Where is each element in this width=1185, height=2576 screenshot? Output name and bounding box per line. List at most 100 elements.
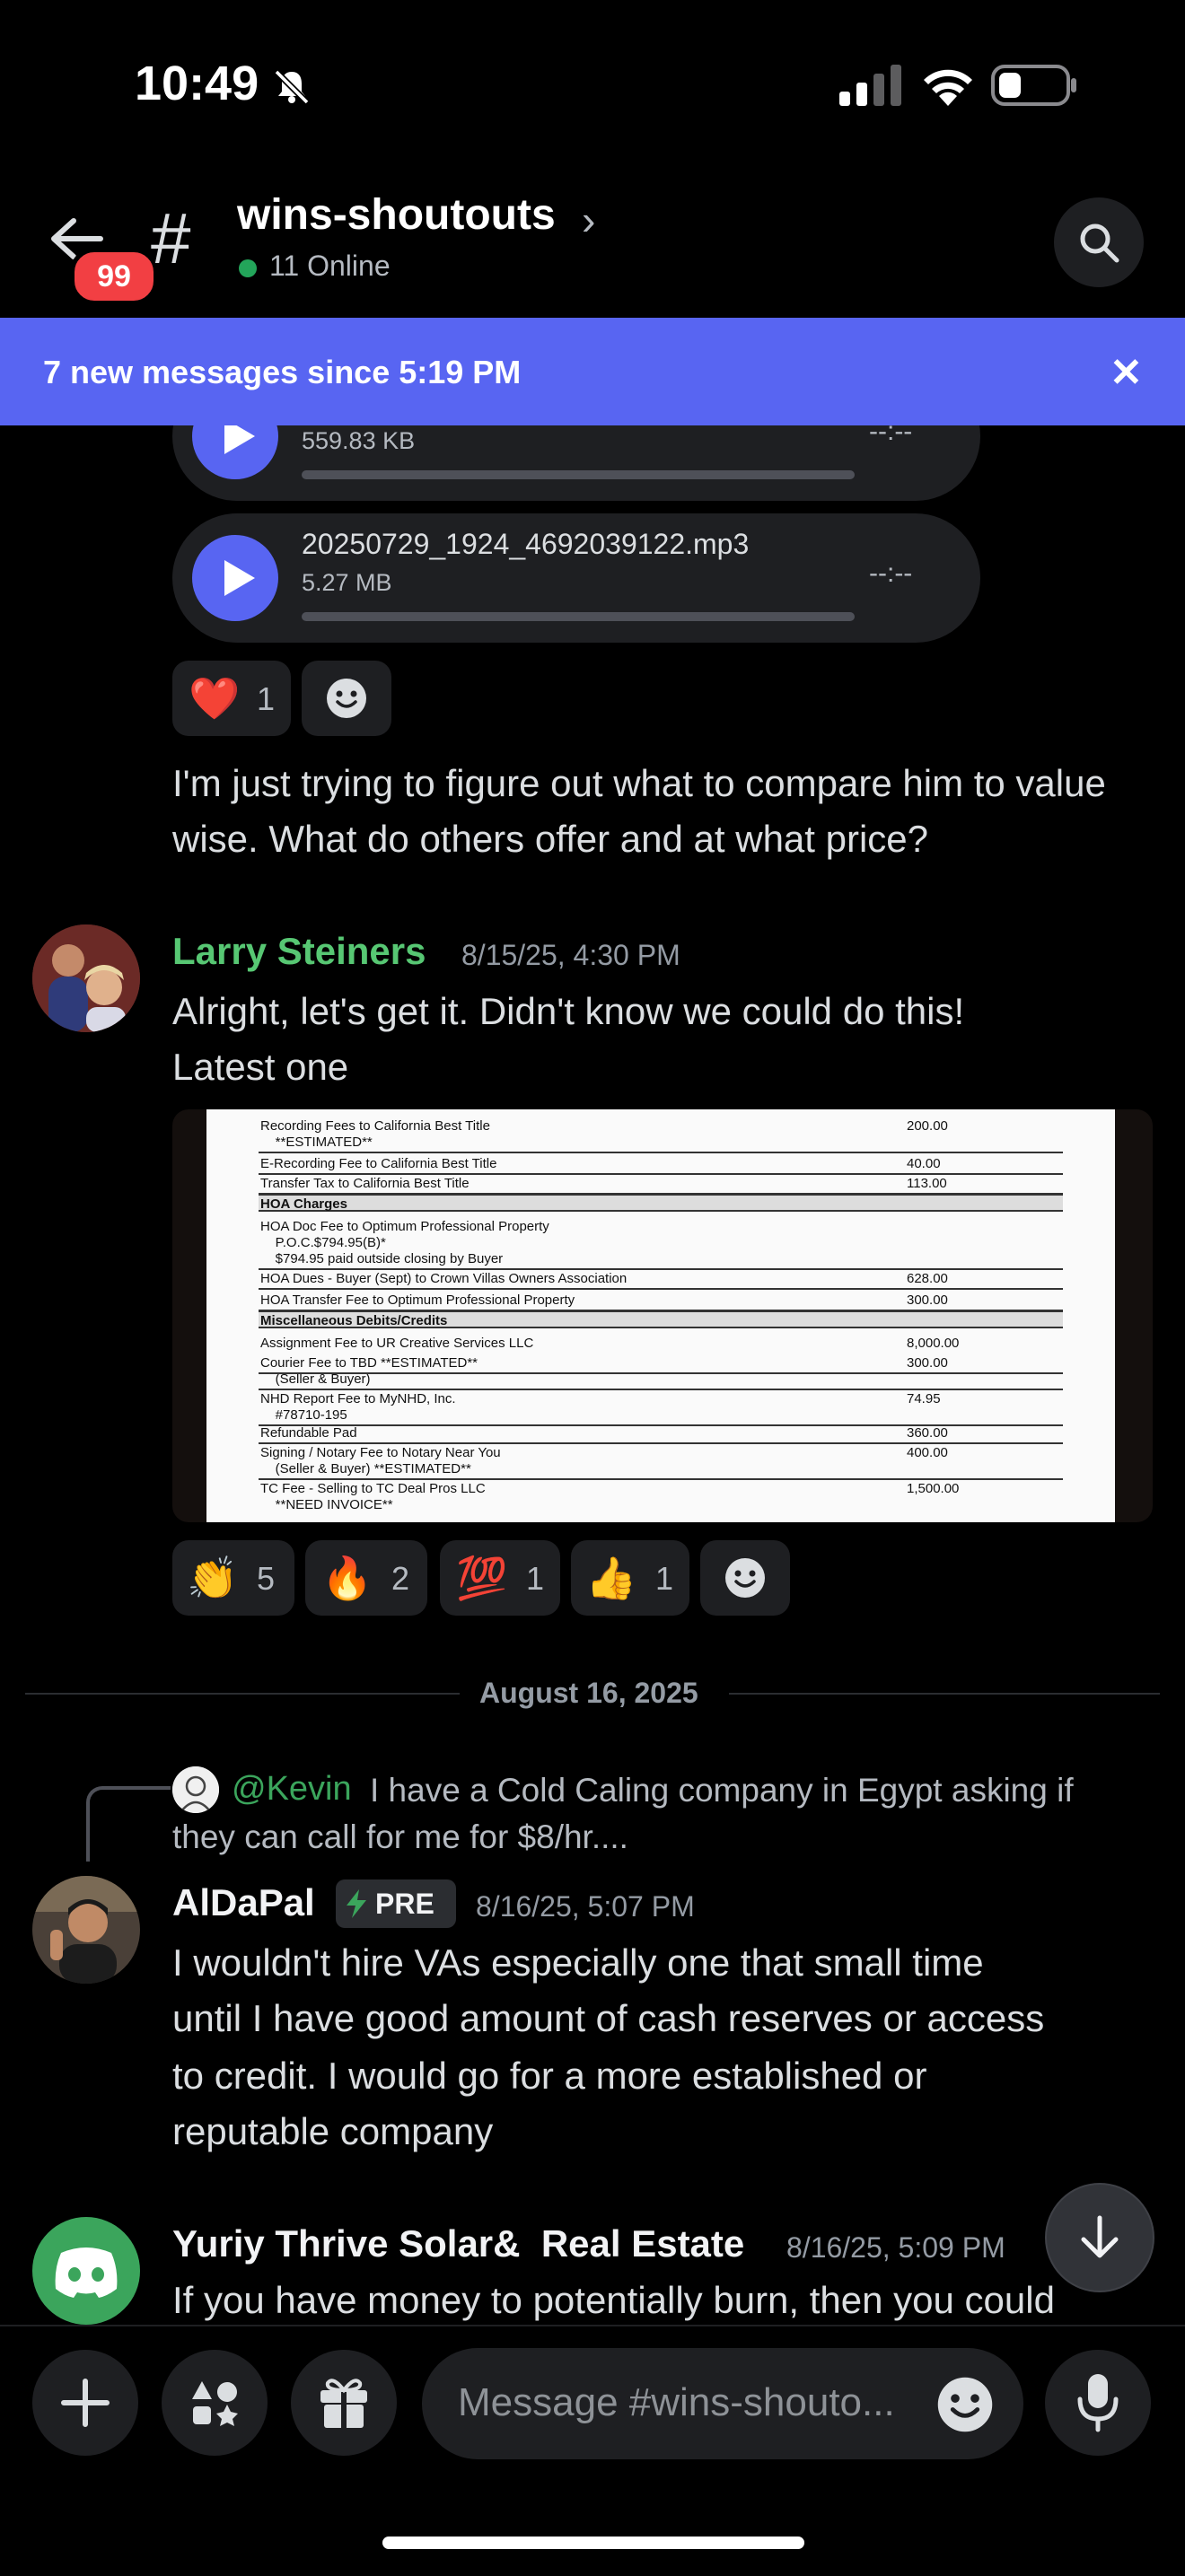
- channel-name[interactable]: wins-shoutouts: [237, 190, 556, 240]
- doc-row-amount: 300.00: [907, 1292, 948, 1308]
- doc-row-label: $794.95 paid outside closing by Buyer: [260, 1251, 504, 1266]
- reply-connector: [86, 1786, 171, 1862]
- play-button[interactable]: [192, 535, 278, 621]
- reply-avatar[interactable]: [172, 1766, 219, 1813]
- heart-emoji: ❤️: [189, 675, 241, 722]
- audio-filesize: 559.83 KB: [302, 427, 416, 454]
- doc-rule: [259, 1152, 1063, 1153]
- clap-emoji: 👏: [187, 1555, 239, 1601]
- status-time: 10:49: [135, 57, 259, 110]
- home-indicator[interactable]: [382, 2537, 804, 2549]
- unread-badge: 99: [70, 248, 158, 305]
- doc-rule: [259, 1173, 1063, 1175]
- add-reaction-button[interactable]: [302, 661, 391, 736]
- reply-text[interactable]: they can call for me for $8/hr....: [172, 1818, 628, 1856]
- play-icon: [224, 560, 255, 596]
- author-name[interactable]: Yuriy Thrive Solar& Real Estate: [172, 2222, 744, 2265]
- battery-icon: [991, 65, 1076, 106]
- wifi-icon: [924, 69, 972, 106]
- reply-text[interactable]: I have a Cold Caling company in Egypt as…: [370, 1772, 1074, 1809]
- cellular-signal-icon: [839, 65, 901, 106]
- reaction-count: 1: [257, 680, 276, 717]
- voice-message-button[interactable]: [1045, 2350, 1151, 2456]
- reaction-thumbs-up[interactable]: 👍 1: [571, 1540, 689, 1616]
- doc-row-amount: 40.00: [907, 1156, 941, 1171]
- doc-rule: [259, 1193, 1063, 1195]
- reply-avatar-image: [172, 1766, 219, 1813]
- doc-row-amount: 8,000.00: [907, 1336, 960, 1351]
- audio-progress-bar[interactable]: [302, 612, 855, 621]
- audio-attachment[interactable]: 20250729_1924_4692039122.mp3 5.27 MB --:…: [172, 513, 980, 643]
- audio-duration: --:--: [869, 558, 913, 588]
- settlement-statement-image: Recording Fees to California Best Title 2…: [206, 1109, 1115, 1522]
- message-text: I'm just trying to figure out what to co…: [172, 762, 1106, 860]
- thumbs-up-emoji: 👍: [585, 1555, 637, 1601]
- message-line: until I have good amount of cash reserve…: [172, 1997, 1045, 2039]
- doc-rule: [259, 1372, 1063, 1374]
- emoji-picker-icon[interactable]: [935, 2375, 995, 2434]
- smiley-icon: [725, 1558, 765, 1598]
- doc-rule: [259, 1478, 1063, 1480]
- chevron-right-icon[interactable]: ›: [582, 196, 595, 244]
- doc-row-amount: 400.00: [907, 1445, 948, 1460]
- gift-button[interactable]: [291, 2350, 397, 2456]
- reaction-clap[interactable]: 👏 5: [172, 1540, 294, 1616]
- audio-progress-bar[interactable]: [302, 470, 855, 479]
- online-count: 11 Online: [269, 250, 391, 282]
- message-line: reputable company: [172, 2110, 494, 2152]
- author-name-text[interactable]: Larry Steiners: [172, 930, 426, 972]
- reaction-count: 1: [526, 1560, 545, 1597]
- author-name[interactable]: AlDaPal: [172, 1881, 315, 1924]
- timestamp: 8/16/25, 5:07 PM: [476, 1890, 695, 1923]
- message-line: to credit. I would go for a more establi…: [172, 2055, 927, 2097]
- doc-section-header: HOA Charges: [259, 1194, 1063, 1212]
- reaction-count: 5: [257, 1560, 276, 1597]
- avatar[interactable]: [32, 2217, 140, 2325]
- divider: [729, 1693, 1160, 1695]
- add-reaction-button[interactable]: [700, 1540, 790, 1616]
- avatar-photo: [32, 924, 140, 1032]
- doc-rule: [259, 1268, 1063, 1270]
- channel-hash-icon: #: [151, 198, 191, 278]
- reaction-fire[interactable]: 🔥 2: [305, 1540, 427, 1616]
- microphone-icon: [1077, 2374, 1119, 2432]
- doc-row-label: HOA Doc Fee to Optimum Professional Prop…: [260, 1219, 549, 1234]
- discord-logo-icon: [55, 2247, 118, 2298]
- apps-button[interactable]: [162, 2350, 268, 2456]
- new-messages-text: 7 new messages since 5:19 PM: [43, 354, 522, 390]
- reply-mention[interactable]: @Kevin: [232, 1770, 352, 1809]
- author-name[interactable]: Larry Steiners: [172, 930, 426, 973]
- message-line: Latest one: [172, 1046, 349, 1088]
- doc-rule: [259, 1389, 1063, 1390]
- doc-row-amount: 74.95: [907, 1391, 941, 1406]
- audio-filename: 20250729_1924_4692039122.mp3: [302, 528, 750, 560]
- arrow-down-icon: [1081, 2215, 1119, 2258]
- image-attachment[interactable]: Recording Fees to California Best Title 2…: [172, 1109, 1153, 1522]
- doc-row-amount: 360.00: [907, 1425, 948, 1441]
- doc-row-label: **NEED INVOICE**: [260, 1497, 393, 1512]
- avatar[interactable]: [32, 924, 140, 1032]
- pre-tag[interactable]: PRE: [336, 1879, 456, 1928]
- search-button[interactable]: [1054, 197, 1144, 287]
- reaction-heart[interactable]: ❤️ 1: [172, 661, 291, 736]
- doc-section-header: Miscellaneous Debits/Credits: [259, 1310, 1063, 1328]
- doc-row-amount: 1,500.00: [907, 1481, 960, 1496]
- jump-to-latest-button[interactable]: [1045, 2183, 1154, 2292]
- timestamp: 8/15/25, 4:30 PM: [461, 939, 680, 971]
- doc-rule: [259, 1288, 1063, 1290]
- divider: [25, 1693, 460, 1695]
- date-divider: August 16, 2025: [479, 1677, 698, 1709]
- doc-row-label: Transfer Tax to California Best Title: [260, 1176, 470, 1191]
- lightning-icon: [347, 1889, 366, 1918]
- message-input-placeholder: Message #wins-shouto...: [458, 2380, 895, 2424]
- gift-icon: [320, 2379, 367, 2428]
- doc-rule: [259, 1442, 1063, 1444]
- doc-row-amount: 113.00: [907, 1176, 947, 1191]
- pre-tag-label: PRE: [375, 1888, 434, 1920]
- close-icon[interactable]: ✕: [1110, 350, 1143, 396]
- add-attachment-button[interactable]: [32, 2350, 138, 2456]
- doc-row-label: #78710-195: [260, 1407, 347, 1423]
- avatar[interactable]: [32, 1876, 140, 1984]
- reaction-hundred[interactable]: 💯 1: [440, 1540, 560, 1616]
- doc-rule: [259, 1424, 1063, 1426]
